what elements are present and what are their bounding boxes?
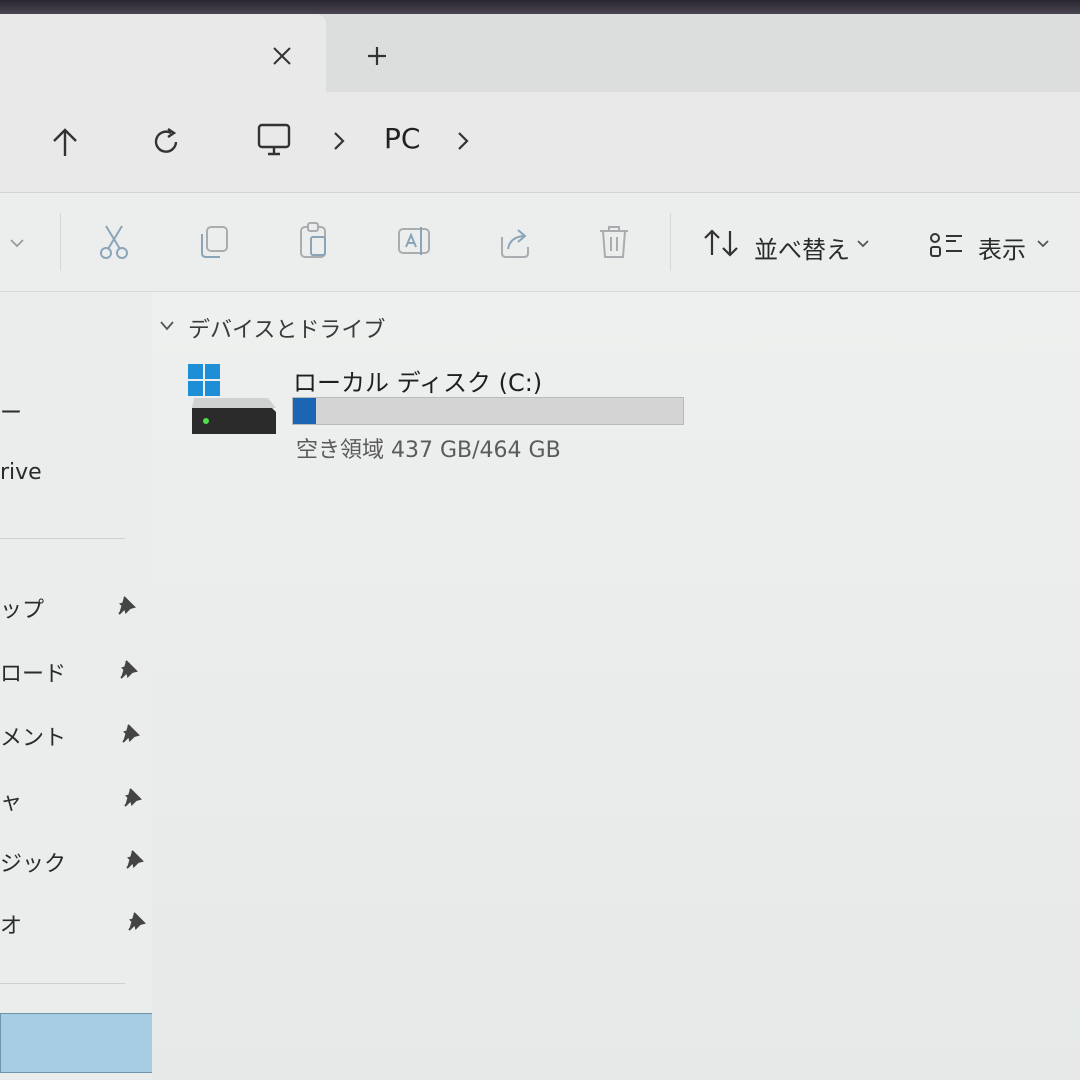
sidebar-item-music[interactable]: ジック	[0, 846, 66, 878]
section-devices-and-drives[interactable]: デバイスとドライブ	[188, 312, 385, 344]
copy-icon[interactable]	[196, 223, 232, 261]
pin-icon	[118, 596, 136, 615]
plus-icon[interactable]	[365, 44, 389, 68]
sidebar-item-home[interactable]: ー	[0, 395, 22, 427]
chevron-down-icon[interactable]	[8, 237, 26, 249]
chevron-right-icon[interactable]	[332, 130, 346, 152]
pin-icon	[128, 912, 146, 931]
sort-icon	[704, 229, 738, 257]
trash-icon[interactable]	[596, 223, 632, 261]
chevron-right-icon[interactable]	[456, 130, 470, 152]
close-icon[interactable]	[271, 45, 293, 67]
pin-icon	[122, 724, 140, 743]
rename-icon[interactable]	[396, 223, 434, 261]
sidebar-item-documents[interactable]: メント	[0, 720, 66, 752]
pin-icon	[126, 850, 144, 869]
screen-bezel	[0, 0, 1080, 14]
chevron-down-icon[interactable]	[158, 320, 176, 332]
sidebar-item-pictures[interactable]: ャ	[0, 784, 22, 816]
sidebar-separator	[0, 983, 125, 984]
sidebar-item-videos[interactable]: オ	[0, 908, 22, 940]
view-list-icon	[930, 233, 962, 257]
toolbar-separator	[670, 213, 671, 271]
sidebar-separator	[0, 538, 125, 539]
chevron-down-icon	[857, 240, 869, 248]
drive-usage-fill	[293, 398, 316, 424]
sort-label: 並べ替え	[754, 236, 850, 264]
sidebar-item-desktop[interactable]: ップ	[0, 592, 44, 624]
pin-icon	[120, 660, 138, 679]
command-bar: 並べ替え 表示	[0, 193, 1080, 292]
sidebar-item-onedrive[interactable]: rive	[0, 460, 42, 485]
toolbar-separator	[60, 213, 61, 271]
scissors-icon[interactable]	[96, 223, 132, 261]
breadcrumb-pc[interactable]: PC	[384, 122, 420, 155]
arrow-up-icon[interactable]	[50, 126, 80, 160]
share-icon[interactable]	[496, 223, 534, 261]
clipboard-icon[interactable]	[296, 221, 332, 261]
windows-drive-icon	[188, 364, 276, 434]
tab-bar	[0, 14, 1080, 92]
pin-icon	[124, 788, 142, 807]
view-label: 表示	[978, 236, 1026, 264]
sidebar-item-downloads[interactable]: ロード	[0, 656, 66, 688]
refresh-icon[interactable]	[150, 126, 182, 158]
drive-usage-bar	[292, 397, 684, 425]
drive-free-space: 空き領域 437 GB/464 GB	[296, 438, 561, 463]
address-bar: PC	[0, 92, 1080, 193]
sidebar-item-this-pc-selected[interactable]	[0, 1013, 158, 1073]
chevron-down-icon	[1037, 240, 1049, 248]
drive-name: ローカル ディスク (C:)	[293, 369, 543, 397]
monitor-icon[interactable]	[256, 122, 292, 158]
